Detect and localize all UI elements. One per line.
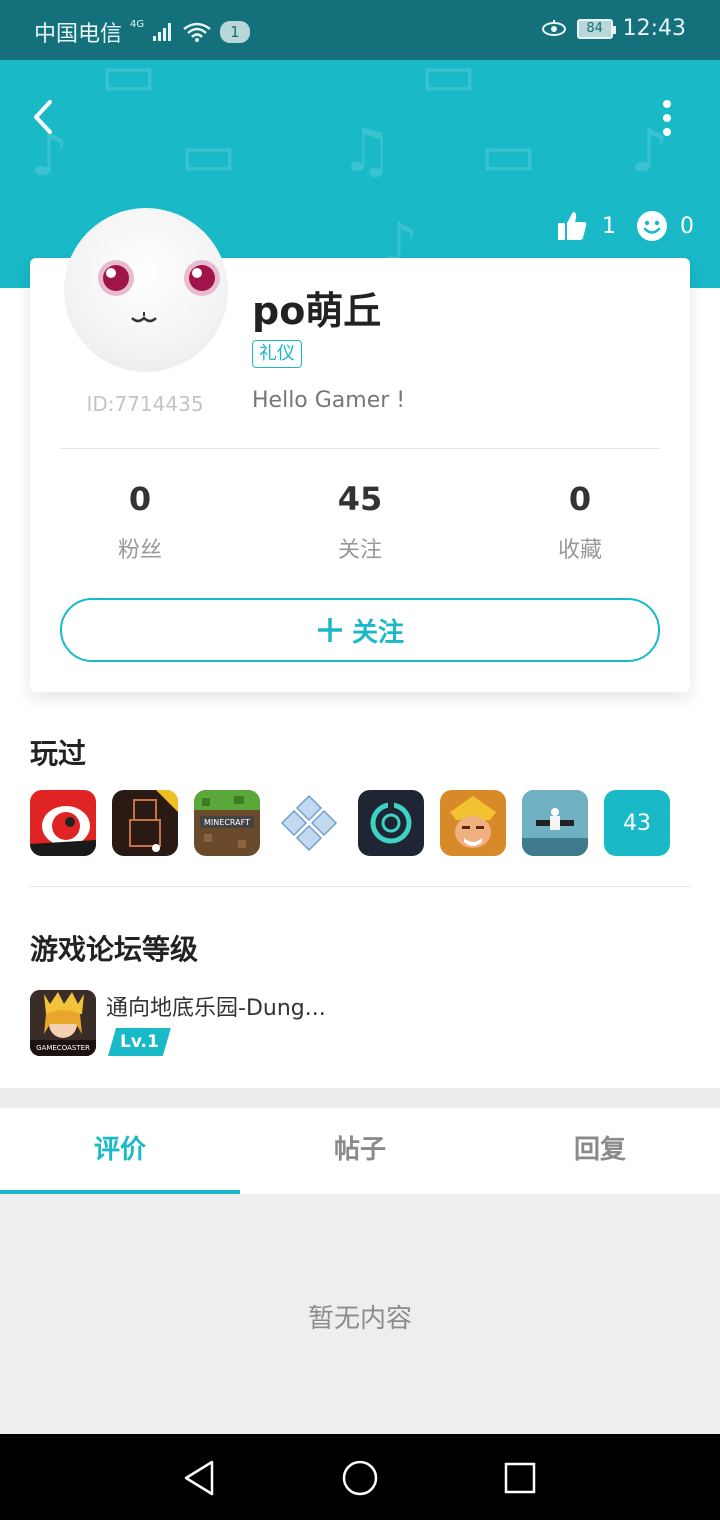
smiles-stat: 0 [636, 210, 694, 242]
likes-stat: 1 [556, 210, 616, 242]
thumbs-up-icon [558, 212, 587, 240]
avatar-face-icon [98, 260, 220, 323]
smile-icon [637, 211, 667, 241]
wifi-icon [183, 22, 211, 42]
music-note-pattern-icon: ♫ [340, 116, 394, 186]
level-badge: Lv.1 [108, 1028, 171, 1056]
section-gap [0, 1088, 720, 1108]
following-label: 关注 [337, 538, 382, 563]
triangle-back-icon [184, 1460, 214, 1496]
gamepad-pattern-icon: ▭ [420, 60, 477, 110]
gamepad-pattern-icon: ▭ [480, 120, 537, 190]
follow-button[interactable]: 关注 [60, 598, 660, 662]
system-nav-bar [0, 1434, 720, 1520]
battery-icon: 84 [576, 18, 616, 39]
gamepad-pattern-icon: ▭ [180, 120, 237, 190]
favorites-count: 0 [568, 480, 592, 518]
card-divider [60, 448, 660, 449]
follow-button-label: 关注 [351, 617, 404, 648]
teal-ring-game-icon[interactable] [358, 790, 424, 856]
more-options-button[interactable] [650, 94, 684, 142]
clash-of-clans-game-icon[interactable] [440, 790, 506, 856]
forum-level-section-title: 游戏论坛等级 [30, 933, 199, 966]
user-bio: Hello Gamer ! [252, 388, 406, 413]
section-divider [30, 886, 690, 887]
gamepad-pattern-icon: ▭ [100, 60, 157, 110]
tab-reviews[interactable]: 评价 [0, 1108, 240, 1194]
user-id: ID:7714435 [86, 392, 204, 416]
played-games-list: MINECRAFT 43 [30, 790, 670, 856]
forum-level-item[interactable]: GAMECOASTER 通向地底乐园-Dung... Lv.1 [30, 990, 690, 1056]
tab-posts[interactable]: 帖子 [240, 1108, 480, 1194]
profile-card: ID:7714435 po萌丘 礼仪 Hello Gamer ! 0 粉丝 45… [30, 208, 690, 692]
more-vertical-icon [663, 100, 671, 136]
forum-game-name: 通向地底乐园-Dung... [106, 996, 326, 1021]
nav-recents-button[interactable] [498, 1456, 542, 1500]
user-tag: 礼仪 [252, 340, 302, 368]
nav-back-button[interactable] [178, 1456, 222, 1500]
dungeon-icon-text: GAMECOASTER [36, 1044, 90, 1052]
back-button[interactable] [24, 90, 68, 144]
empty-state-text: 暂无内容 [307, 1304, 412, 1334]
likes-count: 1 [602, 213, 616, 239]
played-section-title: 玩过 [30, 737, 87, 770]
plane-game-icon[interactable] [522, 790, 588, 856]
minecraft-game-icon[interactable]: MINECRAFT [194, 790, 260, 856]
followers-stat[interactable]: 0 粉丝 [40, 480, 240, 564]
tab-replies[interactable]: 回复 [480, 1108, 720, 1194]
more-games-button[interactable]: 43 [604, 790, 670, 856]
clock: 12:43 [622, 16, 686, 41]
tab-content: 暂无内容 [0, 1194, 720, 1434]
following-stat[interactable]: 45 关注 [260, 480, 460, 564]
network-type: 4G [130, 18, 145, 30]
content-tabs: 评价 帖子 回复 [0, 1108, 720, 1194]
svg-text:MINECRAFT: MINECRAFT [204, 818, 250, 827]
followers-count: 0 [128, 480, 152, 518]
smiles-count: 0 [680, 213, 694, 239]
notification-badge: 1 [220, 21, 250, 43]
square-recents-icon [504, 1462, 536, 1494]
avatar[interactable] [64, 208, 228, 372]
signal-icon [153, 23, 172, 41]
chevron-left-icon [34, 100, 52, 134]
username: po萌丘 [252, 289, 382, 333]
dungeon-game-icon: GAMECOASTER [30, 990, 96, 1056]
nav-home-button[interactable] [338, 1456, 382, 1500]
ppsspp-game-icon[interactable] [276, 790, 342, 856]
circle-home-icon [342, 1460, 378, 1496]
following-count: 45 [337, 480, 383, 518]
favorites-label: 收藏 [557, 538, 602, 563]
red-blob-game-icon[interactable] [30, 790, 96, 856]
dark-character-game-icon[interactable] [112, 790, 178, 856]
eye-comfort-icon [541, 19, 566, 36]
status-bar: 中国电信 4G 1 84 12:43 [0, 0, 720, 60]
carrier-label: 中国电信 [34, 22, 123, 47]
plus-icon [317, 618, 342, 642]
followers-label: 粉丝 [117, 538, 162, 563]
favorites-stat[interactable]: 0 收藏 [480, 480, 680, 564]
